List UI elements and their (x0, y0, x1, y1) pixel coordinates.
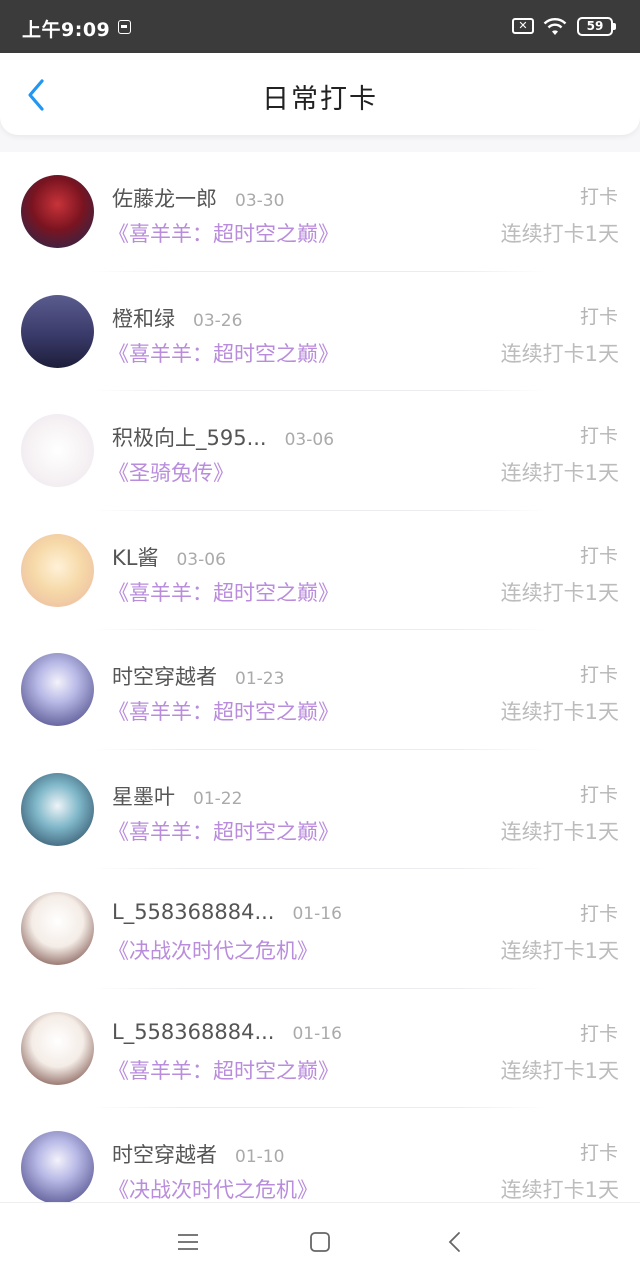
user-name: 佐藤龙一郎 (112, 187, 217, 211)
checkin-date: 03-30 (235, 191, 285, 211)
checkin-tag: 打卡 (579, 1022, 618, 1045)
checkin-tag: 打卡 (579, 783, 618, 806)
name-line: 时空穿越者 01-10 (112, 1139, 284, 1169)
status-time: 上午9:09 (22, 19, 111, 41)
checkin-tag: 打卡 (579, 1142, 618, 1164)
streak-text: 连续打卡1天 (500, 341, 619, 366)
user-name: 橙和绿 (112, 306, 175, 331)
avatar[interactable] (21, 414, 94, 487)
name-line: 积极向上_595... 03-06 (112, 422, 334, 452)
sim-off-icon: ✕ (512, 18, 534, 34)
name-line: 佐藤龙一郎 03-30 (112, 183, 284, 213)
streak-text: 连续打卡1天 (500, 1178, 619, 1202)
avatar[interactable] (21, 1011, 94, 1085)
checkin-date: 03-06 (176, 549, 226, 570)
name-line: 橙和绿 03-26 (112, 303, 242, 333)
book-title[interactable]: 《喜羊羊：超时空之巅》 (108, 1055, 339, 1085)
battery-indicator: 59 (577, 17, 616, 36)
name-line: 星墨叶 01-22 (112, 781, 242, 811)
page-title: 日常打卡 (262, 84, 378, 115)
system-nav-bar (0, 1202, 640, 1280)
checkin-tag: 打卡 (579, 664, 618, 686)
system-back-button[interactable] (442, 1229, 468, 1255)
checkin-date: 01-16 (292, 1023, 342, 1044)
name-line: KL酱 03-06 (112, 542, 226, 572)
user-name: L_558368884... (112, 900, 275, 924)
name-line: L_558368884... 01-16 (112, 900, 342, 924)
checkin-row[interactable]: L_558368884... 01-16 《决战次时代之危机》 打卡 连续打卡1… (0, 869, 640, 989)
checkin-row[interactable]: 星墨叶 01-22 《喜羊羊：超时空之巅》 打卡 连续打卡1天 (0, 750, 640, 869)
checkin-row[interactable]: 时空穿越者 01-10 《决战次时代之危机》 打卡 连续打卡1天 (0, 1108, 640, 1202)
streak-text: 连续打卡1天 (500, 1058, 619, 1083)
checkin-row[interactable]: L_558368884... 01-16 《喜羊羊：超时空之巅》 打卡 连续打卡… (0, 989, 640, 1108)
book-title[interactable]: 《喜羊羊：超时空之巅》 (108, 577, 339, 607)
home-button[interactable] (307, 1229, 333, 1255)
user-name: KL酱 (112, 545, 159, 570)
checkin-row[interactable]: 时空穿越者 01-23 《喜羊羊：超时空之巅》 打卡 连续打卡1天 (0, 630, 640, 750)
wifi-icon (543, 18, 567, 35)
book-title[interactable]: 《决战次时代之危机》 (108, 1174, 318, 1202)
checkin-tag: 打卡 (579, 186, 618, 208)
book-title[interactable]: 《圣骑兔传》 (108, 457, 234, 487)
home-square-icon (310, 1232, 330, 1252)
checkin-date: 01-10 (235, 1147, 285, 1167)
book-title[interactable]: 《喜羊羊：超时空之巅》 (108, 338, 339, 368)
streak-text: 连续打卡1天 (500, 461, 619, 485)
avatar[interactable] (21, 892, 94, 965)
checkin-row[interactable]: 积极向上_595... 03-06 《圣骑兔传》 打卡 连续打卡1天 (0, 391, 640, 511)
user-name: 积极向上_595... (112, 426, 267, 450)
checkin-date: 03-06 (284, 430, 335, 450)
user-name: 时空穿越者 (112, 665, 217, 689)
avatar[interactable] (21, 533, 94, 607)
user-name: 星墨叶 (112, 784, 175, 809)
avatar[interactable] (21, 1131, 94, 1202)
checkin-date: 01-23 (235, 669, 285, 689)
streak-text: 连续打卡1天 (500, 580, 619, 605)
name-line: L_558368884... 01-16 (112, 1020, 342, 1044)
user-name: 时空穿越者 (112, 1143, 217, 1167)
checkin-date: 03-26 (193, 310, 243, 331)
checkin-list[interactable]: 佐藤龙一郎 03-30 《喜羊羊：超时空之巅》 打卡 连续打卡1天 橙和绿 03… (0, 152, 640, 1202)
streak-text: 连续打卡1天 (500, 819, 619, 844)
checkin-tag: 打卡 (579, 903, 618, 925)
book-title[interactable]: 《喜羊羊：超时空之巅》 (108, 816, 339, 846)
name-line: 时空穿越者 01-23 (112, 661, 284, 691)
checkin-tag: 打卡 (579, 544, 618, 567)
streak-text: 连续打卡1天 (500, 939, 619, 963)
status-bar: 上午9:09 ✕ 59 (0, 0, 640, 53)
top-nav-bar: 日常打卡 (0, 53, 640, 135)
checkin-date: 01-16 (292, 904, 342, 924)
menu-icon (178, 1234, 198, 1250)
menu-button[interactable] (175, 1229, 201, 1255)
avatar[interactable] (21, 175, 94, 248)
book-title[interactable]: 《喜羊羊：超时空之巅》 (108, 696, 339, 726)
checkin-row[interactable]: 佐藤龙一郎 03-30 《喜羊羊：超时空之巅》 打卡 连续打卡1天 (0, 152, 640, 272)
user-name: L_558368884... (112, 1019, 275, 1044)
book-title[interactable]: 《喜羊羊：超时空之巅》 (108, 218, 339, 248)
book-title[interactable]: 《决战次时代之危机》 (108, 935, 318, 965)
avatar[interactable] (21, 294, 94, 368)
checkin-row[interactable]: 橙和绿 03-26 《喜羊羊：超时空之巅》 打卡 连续打卡1天 (0, 272, 640, 391)
checkin-date: 01-22 (193, 788, 243, 809)
checkin-tag: 打卡 (579, 425, 618, 447)
checkin-row[interactable]: KL酱 03-06 《喜羊羊：超时空之巅》 打卡 连续打卡1天 (0, 511, 640, 630)
notification-icon (118, 20, 131, 34)
streak-text: 连续打卡1天 (500, 700, 619, 724)
avatar[interactable] (21, 772, 94, 846)
streak-text: 连续打卡1天 (500, 222, 619, 246)
checkin-tag: 打卡 (579, 305, 618, 328)
avatar[interactable] (21, 653, 94, 726)
back-triangle-icon (448, 1232, 460, 1252)
